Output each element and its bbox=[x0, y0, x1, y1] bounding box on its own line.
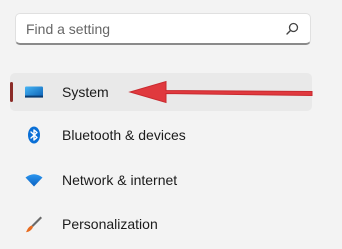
sidebar-item-label: Bluetooth & devices bbox=[62, 127, 186, 143]
search-input[interactable] bbox=[26, 14, 274, 44]
search-icon[interactable] bbox=[284, 21, 300, 37]
sidebar-item-label: Personalization bbox=[62, 216, 158, 232]
search-box[interactable] bbox=[15, 13, 311, 45]
system-display-icon bbox=[25, 86, 43, 98]
wifi-icon bbox=[25, 174, 43, 187]
selection-indicator bbox=[10, 82, 13, 102]
sidebar-item-personalization[interactable]: Personalization bbox=[10, 205, 312, 243]
sidebar-item-label: Network & internet bbox=[62, 172, 178, 188]
annotation-arrow bbox=[128, 80, 313, 104]
brush-icon bbox=[26, 216, 42, 233]
bluetooth-icon bbox=[28, 126, 40, 144]
sidebar-item-label: System bbox=[62, 84, 109, 100]
sidebar-item-network[interactable]: Network & internet bbox=[10, 161, 312, 199]
sidebar-item-bluetooth[interactable]: Bluetooth & devices bbox=[10, 116, 312, 154]
